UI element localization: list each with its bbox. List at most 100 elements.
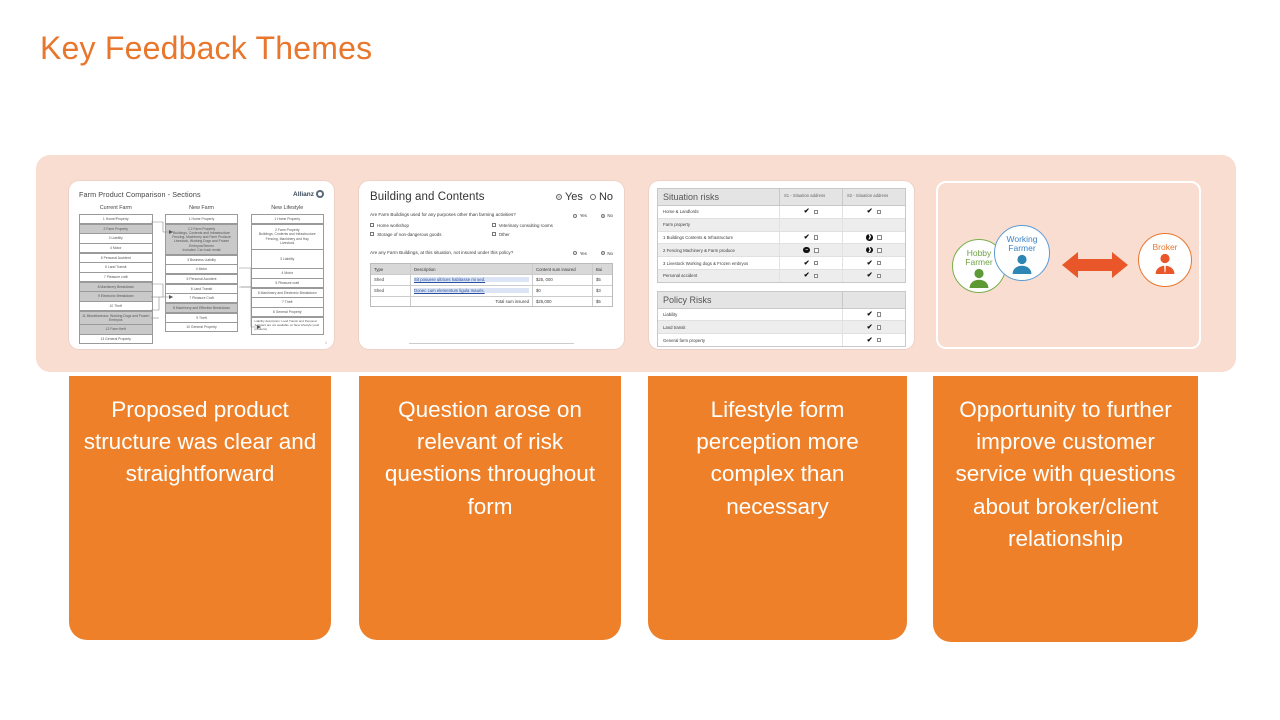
table-cell-label: Farm property: [663, 222, 690, 228]
thumb2-checkbox-row[interactable]: Other: [491, 232, 614, 237]
slide: Key Feedback Themes Farm Product Compari…: [0, 0, 1280, 720]
checkbox-icon[interactable]: [813, 273, 819, 279]
thumb3-section2-title: Policy Risks: [663, 294, 712, 305]
checkbox-icon[interactable]: [876, 325, 882, 330]
thumb1-c2-item-group: 2.2 Farm Property Buildings, Contents an…: [164, 223, 239, 256]
person-icon: [1012, 254, 1032, 274]
checkbox-icon[interactable]: [813, 260, 819, 266]
thumb2-yes-label: Yes: [564, 191, 583, 203]
checkbox-icon[interactable]: [370, 223, 375, 228]
thumb2-q2-no-label: No: [607, 250, 613, 256]
checkbox-icon[interactable]: [876, 337, 882, 343]
thumbnails-row: Farm Product Comparison - Sections Allia…: [36, 155, 1236, 372]
thumbnail-situation-risks[interactable]: Situation risks S1 - Situation address S…: [649, 181, 914, 349]
thumb2-yes-option[interactable]: Yes: [555, 191, 583, 203]
radio-empty-icon: [573, 213, 578, 218]
check-icon: ✔: [803, 259, 810, 267]
thumb2-q2-yes[interactable]: Yes: [573, 251, 587, 256]
theme-card-2-caption: Question arose on relevant of risk quest…: [384, 397, 596, 519]
table-cell-description-link[interactable]: Donec cum elementum ligula mauris.: [414, 288, 529, 294]
theme-card-2[interactable]: Question arose on relevant of risk quest…: [359, 376, 621, 640]
thumb1-c2-item: 10 General Property: [164, 322, 239, 333]
allianz-logo: Allianz: [293, 190, 324, 198]
checkbox-icon[interactable]: [813, 209, 819, 215]
thumb2-question-1: Are Farm Buildings used for any purposes…: [370, 212, 613, 219]
thumb1-page-number: 1: [325, 341, 327, 345]
check-icon: ✔: [866, 272, 873, 280]
table-header-row: Type Description Content sum insured Bui: [371, 264, 612, 276]
thumb2-q1-no[interactable]: No: [600, 213, 613, 218]
person-icon: [969, 268, 989, 288]
radio-selected-icon: [555, 194, 562, 200]
thumb2-yes-no-toggle[interactable]: Yes No: [555, 191, 613, 203]
check-icon: ✔: [866, 336, 873, 344]
checkbox-icon[interactable]: [876, 273, 882, 279]
divider: [409, 343, 574, 344]
thumb2-q2-options[interactable]: Yes No: [573, 250, 613, 256]
table-total-label: Total sum insured: [411, 296, 533, 307]
table-cell-building: $5: [596, 277, 601, 283]
table-row: Land transit ✔: [658, 321, 905, 335]
table-row: 2 Fencing Machinery & Farm produce – ❱: [658, 244, 905, 258]
thumbnail-farm-product-comparison[interactable]: Farm Product Comparison - Sections Allia…: [69, 181, 334, 349]
table-cell-label: 2 Fencing Machinery & Farm produce: [663, 247, 735, 253]
thumb2-q2-no[interactable]: No: [600, 250, 613, 256]
thumb1-c3-item: 3 Liability: [250, 249, 324, 270]
table-cell-label: 3 Livestock Working dogs & Frozen embryo…: [663, 260, 749, 266]
thumb2-checkbox-row[interactable]: Veterinary consulting rooms: [491, 223, 614, 228]
thumb2-checkbox-row[interactable]: Home workshop: [370, 223, 492, 228]
thumb2-q1-yes-label: Yes: [579, 213, 587, 218]
radio-selected-icon: [600, 251, 605, 256]
thumb1-c3-sub: Livestock: [280, 240, 295, 245]
table-total-content: $25,000: [533, 296, 593, 307]
theme-card-1[interactable]: Proposed product structure was clear and…: [69, 376, 331, 640]
allianz-logo-text: Allianz: [293, 190, 314, 198]
persona-broker-label: Broker: [1152, 242, 1178, 252]
thumb2-question-2: Are any Farm Buildings, at this situatio…: [370, 250, 613, 257]
table-row: Farm property: [658, 218, 905, 232]
allianz-eagle-icon: [316, 190, 324, 198]
thumb2-q1-checkboxes: Home workshop Storage of non-dangerous g…: [370, 223, 613, 241]
theme-card-4-caption: Opportunity to further improve customer …: [955, 397, 1176, 551]
check-icon: ✔: [866, 259, 873, 267]
checkbox-icon[interactable]: [876, 209, 882, 215]
thumb1-c2-note: Included: Car truck rental: [182, 247, 221, 252]
thumb2-q1-options[interactable]: Yes No: [573, 212, 613, 218]
thumb1-c3-note: Liability description: Land Transit and …: [250, 316, 324, 335]
theme-card-4[interactable]: Opportunity to further improve customer …: [933, 376, 1198, 642]
thumb1-col3-heading: New Lifestyle: [271, 205, 304, 211]
checkbox-icon[interactable]: [813, 247, 819, 253]
table-row: Shed Sit posuere ultrices habitasse mi s…: [371, 275, 612, 286]
table-total-row: Total sum insured $25,000 $5: [371, 296, 612, 307]
table-cell-label: 1 Buildings Contents & Infrastructure: [663, 234, 733, 240]
checkbox-icon[interactable]: [876, 235, 882, 240]
thumb3-policy-risks-table: Policy Risks Liability ✔ Land transit ✔ …: [657, 290, 906, 348]
table-header-type: Type: [371, 264, 411, 275]
checkbox-icon[interactable]: [876, 260, 882, 266]
table-header-content: Content sum insured: [533, 264, 593, 275]
checkbox-icon[interactable]: [491, 223, 496, 228]
theme-card-3[interactable]: Lifestyle form perception more complex t…: [648, 376, 907, 640]
checkbox-icon[interactable]: [370, 232, 375, 237]
table-row: 1 Buildings Contents & Infrastructure ✔ …: [658, 231, 905, 245]
thumb1-column-current-farm: Current Farm 1 Home/Property 2 Farm Prop…: [79, 205, 153, 345]
thumb2-checkbox-label: Storage of non-dangerous goods: [377, 231, 442, 237]
thumb2-q1-yes[interactable]: Yes: [573, 213, 587, 218]
thumb3-section1-title: Situation risks: [663, 192, 720, 202]
checkbox-icon[interactable]: [876, 247, 882, 253]
thumbnail-building-and-contents[interactable]: Building and Contents Yes No Are Farm Bu…: [359, 181, 624, 349]
table-cell-label: General farm property: [663, 337, 706, 343]
check-icon: ✔: [803, 272, 810, 280]
partial-icon: ❱: [866, 234, 873, 241]
checkbox-icon[interactable]: [876, 312, 882, 317]
table-cell-description-link[interactable]: Sit posuere ultrices habitasse mi sed.: [414, 277, 529, 283]
checkbox-icon[interactable]: [813, 235, 819, 240]
thumbnail-personas[interactable]: Hobby Farmer Working Farmer Broker: [936, 181, 1201, 349]
check-icon: ✔: [866, 208, 873, 216]
table-row: Home & Landlords ✔ ✔: [658, 206, 905, 219]
thumb2-no-option[interactable]: No: [589, 191, 613, 203]
thumb1-col1-heading: Current Farm: [99, 205, 132, 211]
checkbox-icon[interactable]: [491, 232, 496, 237]
thumb3-col-s2: S2 - Situation address: [842, 189, 905, 205]
thumb2-checkbox-row[interactable]: Storage of non-dangerous goods: [370, 232, 492, 237]
